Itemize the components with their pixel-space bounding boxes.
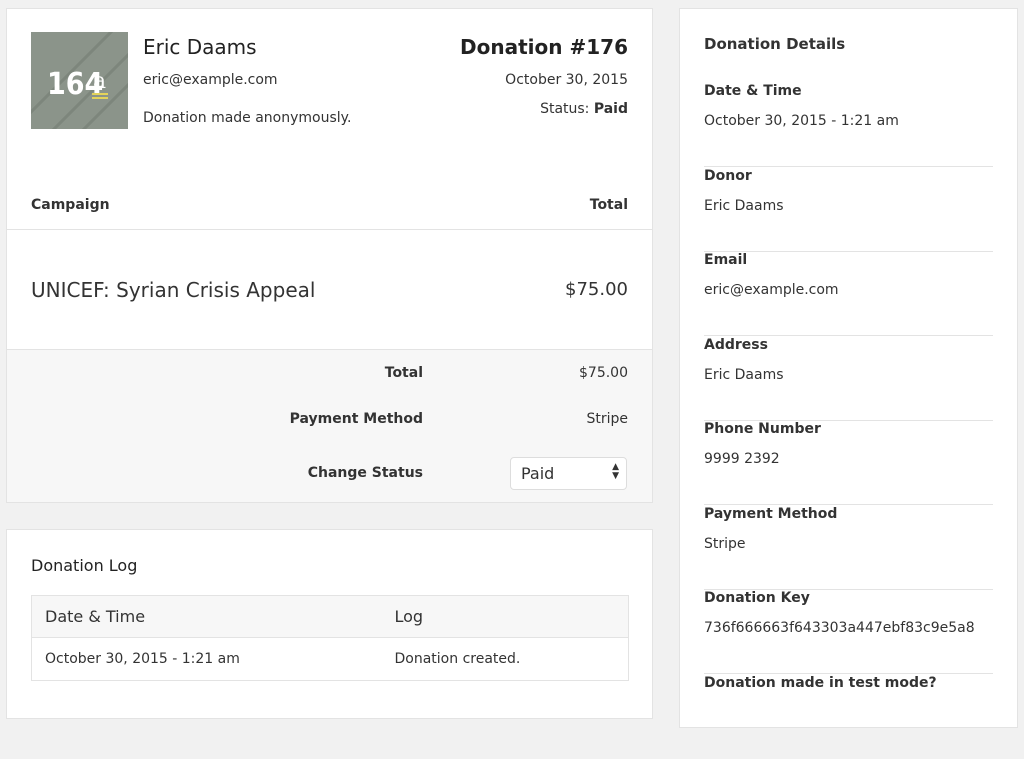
donation-status: Status: Paid [540,101,628,117]
detail-email: Email eric@example.com [704,252,993,336]
summary-section: Total $75.00 Payment Method Stripe Chang… [7,349,652,502]
detail-value: 736f666663f643303a447ebf83c9e5a8 [704,620,975,636]
detail-value: Eric Daams [704,367,784,383]
details-title: Donation Details [704,35,846,53]
status-label: Status: [540,101,590,117]
detail-value: Stripe [704,536,746,552]
total-header: Total [589,197,628,213]
select-arrows-icon: ▲ ▼ [612,462,619,481]
payment-method-label: Payment Method [289,411,423,427]
log-table: Date & Time Log October 30, 2015 - 1:21 a… [31,595,629,681]
donor-name: Eric Daams [143,35,257,59]
detail-label: Email [704,252,748,268]
detail-label: Donor [704,168,752,184]
detail-donor: Donor Eric Daams [704,168,993,252]
avatar-logo-icon: 164 a [31,32,128,129]
detail-label: Payment Method [704,506,838,522]
total-label: Total [384,365,423,381]
donor-email: eric@example.com [143,72,278,88]
donor-note: Donation made anonymously. [143,110,352,126]
campaign-total: $75.00 [565,279,628,300]
detail-date-time: Date & Time October 30, 2015 - 1:21 am [704,83,993,167]
donation-date: October 30, 2015 [505,72,628,88]
status-value: Paid [593,101,628,117]
donation-details-panel: Donation Details Date & Time October 30, … [679,8,1018,728]
campaign-header: Campaign [31,197,110,213]
campaign-name: UNICEF: Syrian Crisis Appeal [31,278,316,302]
log-date-header: Date & Time [31,595,382,638]
log-text: Donation created. [394,651,521,667]
detail-value: eric@example.com [704,282,839,298]
change-status-label: Change Status [307,465,423,481]
status-select-value: Paid [521,464,555,483]
detail-test-mode: Donation made in test mode? [704,675,993,759]
donor-avatar: 164 a [31,32,128,129]
detail-label: Donation Key [704,590,810,606]
log-header-row: Date & Time Log [31,595,629,638]
table-row: October 30, 2015 - 1:21 am Donation creat… [32,638,629,681]
detail-phone: Phone Number 9999 2392 [704,421,993,505]
status-select[interactable]: Paid ▲ ▼ [510,457,627,490]
total-value: $75.00 [579,365,628,381]
detail-label: Phone Number [704,421,821,437]
log-date: October 30, 2015 - 1:21 am [45,651,240,667]
log-text-header: Log [381,595,629,638]
donation-summary-panel: 164 a Eric Daams eric@example.com Donati… [6,8,653,503]
detail-label: Address [704,337,768,353]
detail-value: 9999 2392 [704,451,780,467]
svg-text:a: a [93,69,106,94]
detail-value: Eric Daams [704,198,784,214]
detail-payment-method: Payment Method Stripe [704,506,993,590]
detail-donation-key: Donation Key 736f666663f643303a447ebf83c9… [704,590,993,674]
detail-value: October 30, 2015 - 1:21 am [704,113,899,129]
detail-address: Address Eric Daams [704,337,993,421]
log-title: Donation Log [31,556,138,575]
detail-label: Date & Time [704,83,802,99]
payment-method-value: Stripe [586,411,628,427]
divider [7,229,652,230]
detail-label: Donation made in test mode? [704,675,937,691]
donation-log-panel: Donation Log Date & Time Log October 30, … [6,529,653,719]
donation-title: Donation #176 [460,35,628,59]
